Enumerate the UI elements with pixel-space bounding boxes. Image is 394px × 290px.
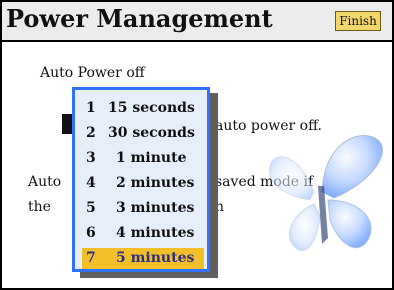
auto-power-off-label: Auto Power off	[40, 65, 145, 81]
dropdown-item-number: 7	[86, 250, 96, 266]
dropdown-item-number: 1	[86, 100, 96, 116]
dropdown-item-number: 2	[86, 125, 96, 141]
title-bar: Power Management Finish	[2, 2, 392, 42]
dropdown-item-label: 15 seconds	[108, 100, 195, 116]
dropdown-item-3-minutes[interactable]: 5 3 minutes	[82, 198, 204, 219]
dropdown-item-label: 30 seconds	[108, 125, 195, 141]
dropdown-item-5-minutes-selected[interactable]: 7 5 minutes	[82, 248, 204, 269]
power-management-window: Power Management Finish Auto Power off a…	[0, 0, 394, 290]
butterfly-icon	[269, 135, 383, 251]
page-title: Power Management	[6, 4, 273, 33]
dropdown-item-1-minute[interactable]: 3 1 minute	[82, 148, 204, 169]
finish-button[interactable]: Finish	[335, 11, 381, 31]
dropdown-item-2-minutes[interactable]: 4 2 minutes	[82, 173, 204, 194]
dropdown-item-4-minutes[interactable]: 6 4 minutes	[82, 223, 204, 244]
dropdown-item-label: 4 minutes	[116, 225, 195, 241]
auto-label: Auto	[28, 174, 62, 190]
dropdown-item-15-seconds[interactable]: 1 15 seconds	[82, 98, 204, 119]
dropdown-item-number: 5	[86, 200, 96, 216]
dropdown-item-label: 5 minutes	[116, 250, 195, 266]
dropdown-item-number: 6	[86, 225, 96, 241]
dropdown-item-label: 2 minutes	[116, 175, 195, 191]
dropdown-item-label: 3 minutes	[116, 200, 195, 216]
the-label: the	[28, 199, 51, 215]
dropdown-item-number: 4	[86, 175, 96, 191]
setting-value-indicator	[62, 114, 72, 134]
dropdown-item-30-seconds[interactable]: 2 30 seconds	[82, 123, 204, 144]
dropdown-item-number: 3	[86, 150, 96, 166]
dropdown-item-label: 1 minute	[116, 150, 187, 166]
auto-power-off-dropdown[interactable]: 1 15 seconds 2 30 seconds 3 1 minute 4 2…	[72, 87, 210, 272]
